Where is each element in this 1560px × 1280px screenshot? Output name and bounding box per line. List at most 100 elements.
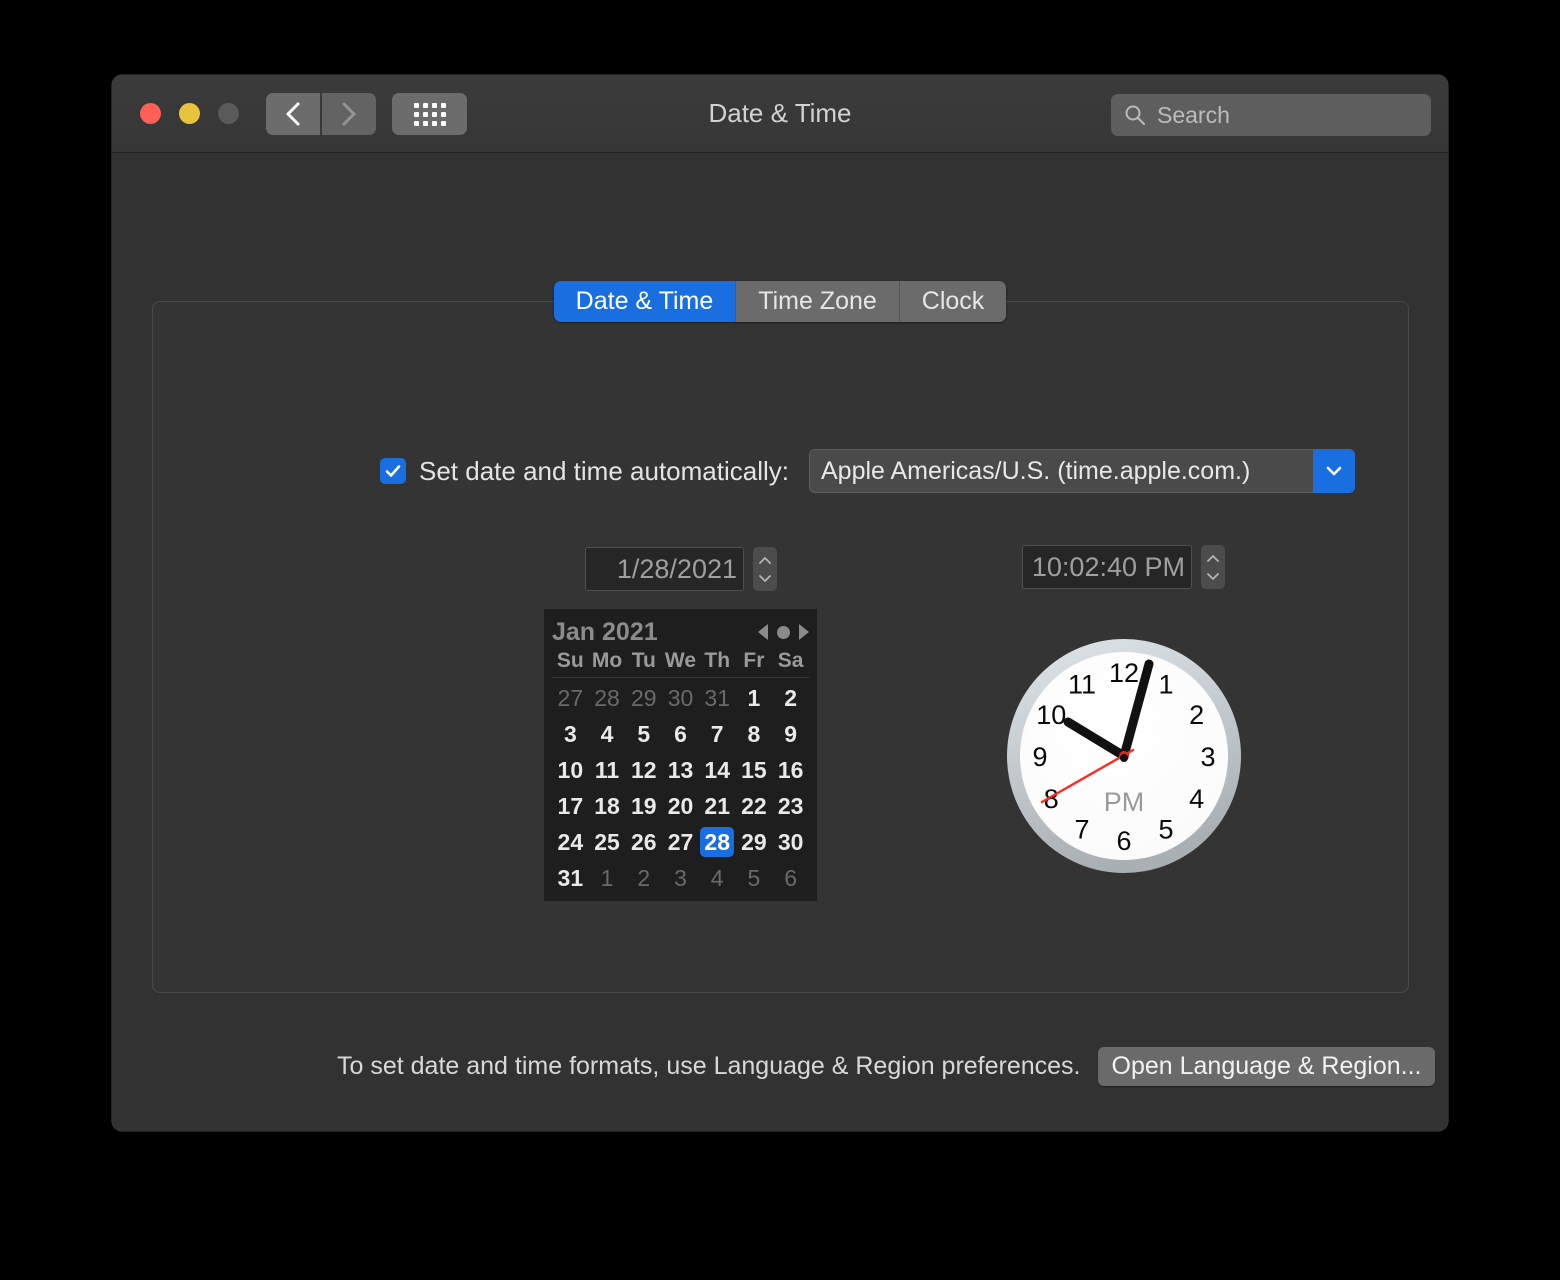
calendar-day-label: 30 <box>667 685 694 711</box>
time-server-dropdown[interactable]: Apple Americas/U.S. (time.apple.com.) <box>808 449 1355 493</box>
calendar-day-label: 30 <box>777 829 804 855</box>
calendar-day[interactable]: 15 <box>736 752 773 788</box>
chevron-down-icon <box>1326 466 1342 476</box>
window-titlebar: Date & Time Search <box>112 75 1448 153</box>
calendar-day[interactable]: 30 <box>772 824 809 860</box>
calendar-day[interactable]: 6 <box>662 716 699 752</box>
set-automatically-checkbox[interactable] <box>380 458 406 484</box>
calendar-day[interactable]: 3 <box>552 716 589 752</box>
triangle-left-icon[interactable] <box>758 624 768 640</box>
calendar-day[interactable]: 19 <box>625 788 662 824</box>
time-stepper[interactable] <box>1201 545 1225 589</box>
time-input[interactable]: 10:02:40 PM <box>1022 545 1192 589</box>
calendar-day-label: 10 <box>557 757 584 783</box>
calendar-day-label: 5 <box>747 865 761 891</box>
calendar-day[interactable]: 31 <box>552 860 589 896</box>
open-language-region-button[interactable]: Open Language & Region... <box>1097 1047 1436 1086</box>
calendar-day[interactable]: 6 <box>772 860 809 896</box>
calendar-day[interactable]: 18 <box>589 788 626 824</box>
calendar-day[interactable]: 29 <box>625 680 662 716</box>
clock-numeral: 5 <box>1158 815 1173 845</box>
calendar-day[interactable]: 1 <box>589 860 626 896</box>
calendar-day[interactable]: 1 <box>736 680 773 716</box>
calendar-day[interactable]: 3 <box>662 860 699 896</box>
calendar-day[interactable]: 12 <box>625 752 662 788</box>
weekday-mo: Mo <box>591 649 623 672</box>
calendar-day-label: 3 <box>674 865 687 891</box>
calendar-day-label: 17 <box>557 793 584 819</box>
calendar-day-label: 18 <box>594 793 620 819</box>
calendar-day[interactable]: 20 <box>662 788 699 824</box>
calendar-day[interactable]: 24 <box>552 824 589 860</box>
calendar-day[interactable]: 26 <box>625 824 662 860</box>
calendar-day-label: 16 <box>777 757 804 783</box>
weekday-sa: Sa <box>777 649 804 672</box>
calendar-day[interactable]: 29 <box>736 824 773 860</box>
calendar-day[interactable]: 30 <box>662 680 699 716</box>
calendar-day-label: 19 <box>630 793 657 819</box>
calendar-day[interactable]: 13 <box>662 752 699 788</box>
calendar-day-label: 2 <box>637 865 651 891</box>
chevron-up-icon[interactable] <box>1206 554 1220 563</box>
clock-numeral: 6 <box>1116 826 1131 856</box>
calendar-day-label: 4 <box>600 721 614 747</box>
calendar-day[interactable]: 7 <box>699 716 736 752</box>
date-stepper[interactable] <box>753 547 777 591</box>
triangle-right-icon[interactable] <box>799 624 809 640</box>
tab-clock[interactable]: Clock <box>898 281 1007 322</box>
calendar-header: Jan 2021 <box>552 615 809 649</box>
calendar-day[interactable]: 5 <box>625 716 662 752</box>
calendar-day[interactable]: 9 <box>772 716 809 752</box>
calendar-day[interactable]: 2 <box>772 680 809 716</box>
clock-numeral: 12 <box>1109 658 1139 688</box>
calendar-day[interactable]: 14 <box>699 752 736 788</box>
calendar-day[interactable]: 21 <box>699 788 736 824</box>
calendar-day[interactable]: 10 <box>552 752 589 788</box>
calendar-day-label: 23 <box>777 793 804 819</box>
tab-date-time[interactable]: Date & Time <box>553 281 736 322</box>
calendar-day-label: 11 <box>594 757 620 783</box>
calendar-day[interactable]: 31 <box>699 680 736 716</box>
search-field[interactable]: Search <box>1111 94 1431 136</box>
checkmark-icon <box>385 465 401 477</box>
calendar-day-label: 21 <box>704 793 730 819</box>
calendar-day[interactable]: 17 <box>552 788 589 824</box>
chevron-down-icon[interactable] <box>758 574 772 583</box>
clock-numeral: 4 <box>1189 784 1204 814</box>
weekday-fr: Fr <box>743 649 765 672</box>
analog-clock: 1 2 3 4 5 6 7 8 9 10 11 12 PM <box>1002 630 1246 882</box>
calendar-day-label: 4 <box>710 865 724 891</box>
date-input[interactable]: 1/28/2021 <box>585 547 744 591</box>
calendar-day-grid: 27 28 29 30 31 1 2 3 4 5 6 7 8 9 10 11 12 13 14 15 16 17 18 19 2… <box>552 680 809 896</box>
calendar-nav <box>758 624 809 640</box>
calendar-day-label: 28 <box>594 685 620 711</box>
weekday-th: Th <box>704 649 731 672</box>
calendar-day[interactable]: 28 <box>589 680 626 716</box>
chevron-down-icon[interactable] <box>1206 572 1220 581</box>
calendar-day[interactable]: 25 <box>589 824 626 860</box>
tab-time-zone[interactable]: Time Zone <box>735 281 899 322</box>
calendar-day[interactable]: 27 <box>662 824 699 860</box>
calendar-day-label: 31 <box>704 685 730 711</box>
calendar-day[interactable]: 4 <box>589 716 626 752</box>
calendar-day[interactable]: 11 <box>589 752 626 788</box>
weekday-we: We <box>664 649 697 672</box>
calendar-day[interactable]: 16 <box>772 752 809 788</box>
weekday-tu: Tu <box>631 649 656 672</box>
date-picker-calendar[interactable]: Jan 2021 Su Mo Tu We Th Fr Sa 27 28 29 30 31… <box>544 609 817 901</box>
calendar-day-label: 6 <box>674 721 687 747</box>
calendar-day[interactable]: 5 <box>736 860 773 896</box>
circle-today-icon[interactable] <box>777 625 790 639</box>
time-server-dropdown-arrow[interactable] <box>1312 449 1355 493</box>
calendar-day-selected[interactable]: 28 <box>699 824 736 860</box>
chevron-up-icon[interactable] <box>758 556 772 565</box>
clock-meridiem: PM <box>1104 787 1145 817</box>
search-input[interactable]: Search <box>1157 102 1230 129</box>
calendar-day[interactable]: 4 <box>699 860 736 896</box>
calendar-day-label: 25 <box>594 829 620 855</box>
calendar-day[interactable]: 2 <box>625 860 662 896</box>
calendar-day[interactable]: 22 <box>736 788 773 824</box>
calendar-day[interactable]: 23 <box>772 788 809 824</box>
calendar-day[interactable]: 27 <box>552 680 589 716</box>
calendar-day[interactable]: 8 <box>736 716 773 752</box>
